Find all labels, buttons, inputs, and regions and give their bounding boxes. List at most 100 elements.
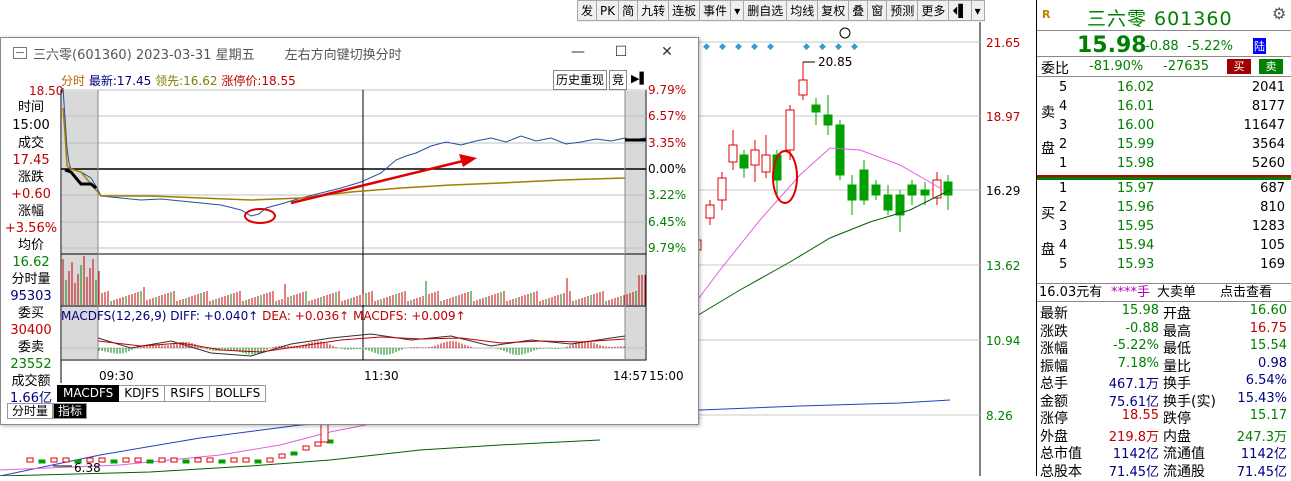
time-axis-label: 11:30: [364, 369, 399, 383]
intraday-popup[interactable]: 三六零(601360) 2023-03-31 星期五 左右方向键切换分时 — ☐…: [0, 37, 699, 425]
candle-body: [717, 177, 727, 201]
candle-body: [194, 457, 202, 463]
event-marker: ◆: [835, 42, 842, 52]
toolbar-item[interactable]: 简: [619, 0, 639, 21]
candle-body: [146, 459, 154, 464]
stat-value: 16.60: [1249, 303, 1287, 318]
min-price-label: 6.38: [74, 461, 101, 475]
toolbar-item[interactable]: 叠: [849, 0, 869, 21]
annotation-ellipse: [244, 208, 276, 224]
ask-level: 1: [1059, 156, 1068, 171]
candle-body: [811, 104, 821, 113]
avg-value: 16.62: [12, 255, 50, 270]
candle-body: [122, 457, 130, 463]
candle-body: [26, 457, 34, 463]
event-marker: ◆: [803, 42, 810, 52]
stat-value: -5.22%: [1113, 338, 1159, 353]
ma-line-green: [689, 189, 951, 321]
stat-value: 467.1万: [1108, 377, 1159, 392]
bid-vol: 105: [1260, 238, 1285, 253]
tab-volume[interactable]: 分时量: [7, 403, 54, 419]
expand-arrow-icon[interactable]: ▶▌: [631, 72, 648, 85]
marker-circle: [839, 27, 851, 39]
event-marker: ◆: [719, 42, 726, 52]
macd-legend: MACDFS(12,26,9) DIFF: +0.040↑ DEA: +0.03…: [61, 309, 466, 323]
weibi-label: 委比: [1041, 61, 1069, 77]
change-label: 涨跌: [17, 170, 44, 185]
tab-macdfs[interactable]: MACDFS: [57, 385, 120, 402]
ask-vol: 3564: [1251, 137, 1285, 152]
toolbar-item[interactable]: ⏴▌: [949, 0, 972, 21]
candle-body: [314, 441, 322, 447]
ask-price: 15.98: [1117, 156, 1155, 171]
tab-kdjfs[interactable]: KDJFS: [119, 385, 166, 402]
pct-axis-label: 6.45%: [648, 215, 687, 229]
bid-price: 15.96: [1117, 200, 1155, 215]
time-axis-label: 09:30: [99, 369, 134, 383]
sell-side-label: 卖: [1041, 105, 1055, 121]
ask-level: 4: [1059, 99, 1068, 114]
event-marker: ◆: [767, 42, 774, 52]
tab-bollfs[interactable]: BOLLFS: [210, 385, 267, 402]
tab-indicator[interactable]: 指标: [53, 403, 88, 419]
auction-button[interactable]: 竞: [609, 70, 627, 90]
toolbar-item[interactable]: 窗: [868, 0, 888, 21]
ask-level: 3: [1059, 118, 1068, 133]
weicha-value: -27635: [1163, 59, 1210, 74]
toolbar-item[interactable]: 九转: [638, 0, 670, 21]
candle-body: [785, 109, 795, 151]
stat-label: 总股本: [1040, 463, 1082, 480]
stock-name: 三六零 601360: [1087, 8, 1233, 30]
candle-body: [823, 114, 833, 126]
toolbar-item[interactable]: 均线: [787, 0, 819, 21]
toolbar-item[interactable]: 更多: [918, 0, 950, 21]
stat-value: 71.45亿: [1236, 464, 1287, 480]
toolbar-item[interactable]: 预测: [887, 0, 919, 21]
candle-body: [835, 124, 845, 176]
time-value: 15:00: [12, 118, 50, 133]
candle-body: [907, 184, 917, 196]
avg-label: 均价: [17, 238, 44, 253]
buy-button[interactable]: 买: [1227, 59, 1251, 74]
candle-body: [943, 181, 953, 196]
toolbar-item[interactable]: 连板: [669, 0, 701, 21]
last-price: 15.98: [1077, 33, 1147, 58]
bid-level: 1: [1059, 181, 1068, 196]
quote-header: R 三六零 601360 ⚙: [1037, 0, 1291, 32]
sell-button[interactable]: 卖: [1259, 59, 1283, 74]
pct-axis-label: 3.22%: [648, 188, 687, 202]
candle-body: [110, 459, 118, 464]
ask-price: 16.00: [1117, 118, 1155, 133]
toolbar-item[interactable]: 发: [577, 0, 598, 21]
ask-price: 15.99: [1117, 137, 1155, 152]
ask-vol: 2041: [1251, 80, 1285, 95]
price-axis-label: 16.29: [986, 184, 1021, 198]
toolbar-item[interactable]: ▾: [731, 0, 745, 21]
ask-value: 23552: [10, 357, 52, 372]
toolbar-item[interactable]: 事件: [700, 0, 732, 21]
ask-price: 16.02: [1117, 80, 1155, 95]
history-replay-button[interactable]: 历史重现: [553, 70, 607, 90]
bid-price: 15.95: [1117, 219, 1155, 234]
candle-body: [158, 457, 166, 463]
toolbar-item[interactable]: ▾: [971, 0, 985, 21]
candle-body: [38, 459, 46, 464]
stat-value: -0.88: [1125, 320, 1159, 336]
candle-body: [218, 459, 226, 464]
ask-level: 2: [1059, 137, 1068, 152]
stat-value: 6.54%: [1245, 373, 1287, 388]
tab-rsifs[interactable]: RSIFS: [165, 385, 211, 402]
toolbar-item[interactable]: PK: [597, 0, 620, 21]
toolbar-item[interactable]: 复权: [818, 0, 850, 21]
trade-tape[interactable]: 16.03元有 ****手 大卖单 点击查看: [1037, 283, 1291, 302]
candle-body: [50, 457, 58, 463]
annotation-arrow-shaft: [290, 159, 464, 205]
stat-value: 15.17: [1249, 408, 1287, 423]
bid-price: 15.97: [1117, 181, 1155, 196]
candle-body: [134, 457, 142, 463]
candle-body: [254, 459, 262, 464]
toolbar-item[interactable]: 删自选: [744, 0, 788, 21]
gear-icon[interactable]: ⚙: [1272, 4, 1286, 23]
bid-price: 15.94: [1117, 238, 1155, 253]
volume-label: 分时量: [11, 272, 51, 287]
